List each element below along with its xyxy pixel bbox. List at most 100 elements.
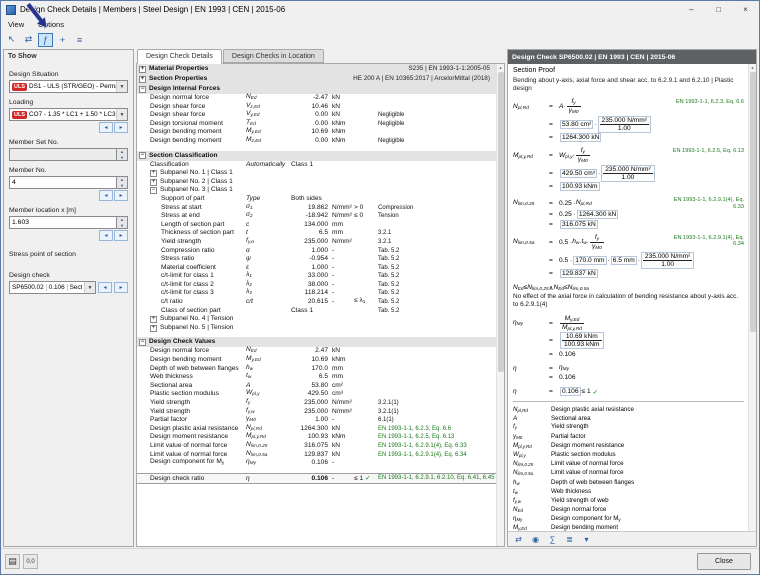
loading-combo[interactable]: ULS CO7 - 1.35 * LC1 + 1.50 * LC3... ▼ — [9, 108, 128, 121]
more-options-icon[interactable]: ▾ — [579, 533, 594, 545]
group-row[interactable]: − Design Internal Forces — [137, 84, 496, 94]
group-row[interactable]: + Section Properties HE 200 A | EN 10365:2… — [137, 74, 496, 84]
table-row[interactable]: Class of section part Class 1 Tab. 5.2 — [137, 307, 496, 316]
previous-member-button[interactable]: ◂ — [99, 190, 113, 201]
table-row[interactable]: Yield strength fy 235.000 N/mm² 3.2.1(1) — [137, 398, 496, 408]
expand-icon[interactable]: + — [150, 316, 157, 324]
table-row[interactable]: Design normal force NEd 2.47 kN — [137, 346, 496, 356]
scrollbar-thumb[interactable] — [749, 72, 756, 332]
sum-icon[interactable]: ∑ — [545, 533, 560, 545]
settings-icon[interactable]: ≡ — [72, 33, 87, 47]
tree-node-row[interactable]: + Subpanel No. 2 | Class 1 — [137, 178, 496, 187]
expand-icon[interactable]: + — [139, 65, 146, 73]
expand-icon[interactable]: + — [139, 75, 146, 83]
show-formulas-icon[interactable]: ƒ — [38, 32, 53, 47]
table-row[interactable]: Yield strength fy,w 235.000 N/mm² 3.2.1(1) — [137, 407, 496, 417]
close-window-button[interactable]: × — [732, 1, 759, 18]
table-scrollbar[interactable]: ▲ — [496, 64, 504, 546]
scroll-up-icon[interactable]: ▲ — [497, 64, 504, 72]
table-row[interactable]: Design shear force Vy,Ed 0.00 kN Negligible — [137, 110, 496, 120]
table-row[interactable]: Design bending moment Mz,Ed 0.00 kNm Negligi… — [137, 136, 496, 146]
table-row[interactable]: c/t-limit for class 3 λ3 118.214- Tab. 5.2 — [137, 288, 496, 298]
chevron-down-icon[interactable]: ▼ — [116, 109, 127, 120]
table-row[interactable]: Design bending moment My,Ed 10.69 kNm — [137, 355, 496, 365]
expand-icon[interactable]: + — [150, 178, 157, 186]
tree-node-row[interactable]: + Subpanel No. 1 | Class 1 — [137, 169, 496, 178]
table-row[interactable]: Limit value of normal force Nlim,0.25 316.… — [137, 441, 496, 451]
next-loading-button[interactable]: ▸ — [114, 122, 128, 133]
member-location-stepper[interactable]: ▲ ▼ — [117, 216, 128, 229]
tab-design-check-details[interactable]: Design Check Details — [137, 49, 222, 64]
table-row[interactable]: Compression ratio α 1.000- Tab. 5.2 — [137, 247, 496, 256]
go-to-location-icon[interactable]: ↖ — [4, 33, 19, 47]
table-row[interactable]: Depth of web between flanges hw 170.0 mm — [137, 364, 496, 374]
collapse-icon[interactable]: − — [139, 85, 146, 93]
table-row[interactable]: Length of section part c 134.000 mm — [137, 221, 496, 230]
tree-node-row[interactable]: + Subpanel No. 4 | Tension — [137, 315, 496, 324]
maximize-button[interactable]: □ — [705, 1, 732, 18]
design-check-combo[interactable]: SP6500.02 0.106 Section Pro... ▼ — [9, 281, 96, 294]
group-row[interactable]: − Section Classification — [137, 150, 496, 161]
previous-check-button[interactable]: ◂ — [98, 282, 112, 293]
group-row[interactable]: + Material Properties S235 | EN 1993-1-1:2… — [137, 64, 496, 74]
stress-points-icon[interactable]: + — [55, 33, 70, 47]
table-row[interactable]: Stress at start σ1 19.862 N/mm² > 0 Compressi… — [137, 203, 496, 213]
collapse-icon[interactable]: − — [139, 338, 146, 346]
table-row[interactable]: Design moment resistance Mpl,y,Rd 100.93 kN… — [137, 432, 496, 442]
table-row[interactable]: Plastic section modulus Wpl,y 429.50 cm³ — [137, 389, 496, 399]
table-row[interactable]: Design normal force NEd -2.47 kN — [137, 93, 496, 103]
table-row[interactable]: c/t ratio c/t 20.615- ≤ λ1 Tab. 5.2 — [137, 297, 496, 307]
expand-icon[interactable]: + — [150, 324, 157, 332]
table-row[interactable]: Design shear force Vz,Ed 10.46 kN — [137, 102, 496, 112]
table-row[interactable]: Design bending moment My,Ed 10.69 kNm — [137, 127, 496, 137]
tab-design-checks-in-location[interactable]: Design Checks in Location — [222, 49, 324, 63]
table-row[interactable]: Material coefficient ε 1.000- Tab. 5.2 — [137, 264, 496, 273]
table-row[interactable]: Yield strength fy,α 235.000 N/mm² 3.2.1 — [137, 237, 496, 247]
close-button[interactable]: Close — [697, 553, 751, 570]
previous-loading-button[interactable]: ◂ — [99, 122, 113, 133]
table-row[interactable]: Design component for My ηMy 0.106- — [137, 458, 496, 468]
formula-scrollbar[interactable]: ▲ — [748, 64, 756, 531]
chevron-down-icon[interactable]: ▼ — [84, 282, 95, 293]
table-row[interactable]: Design check ratio η 0.106- ≤ 1 ✓ EN 1993-1-1… — [137, 472, 496, 484]
spin-down-icon[interactable]: ▼ — [117, 183, 127, 189]
print-icon[interactable]: ≣ — [562, 533, 577, 545]
menu-options[interactable]: Options — [31, 18, 71, 31]
collapse-icon[interactable]: − — [139, 152, 146, 160]
chevron-down-icon[interactable]: ▼ — [116, 81, 127, 92]
group-row[interactable]: − Design Check Values — [137, 337, 496, 348]
collapse-icon[interactable]: − — [150, 187, 157, 195]
spin-down-icon[interactable]: ▼ — [117, 223, 127, 229]
decimal-places-icon[interactable]: 0,0 — [23, 554, 38, 569]
spin-down-icon[interactable]: ▼ — [117, 155, 127, 161]
next-check-button[interactable]: ▸ — [114, 282, 128, 293]
table-row[interactable]: c/t-limit for class 1 λ1 33.000- Tab. 5.2 — [137, 271, 496, 281]
table-row[interactable]: Thickness of section part t 6.5 mm 3.2.1 — [137, 229, 496, 238]
member-set-stepper[interactable]: ▲ ▼ — [117, 148, 128, 161]
stress-point-icon[interactable]: ◉ — [528, 533, 543, 545]
member-no-stepper[interactable]: ▲ ▼ — [117, 176, 128, 189]
tree-node-row[interactable]: − Subpanel No. 3 | Class 1 — [137, 186, 496, 195]
table-row[interactable]: Design plastic axial resistance Npl,Rd 126… — [137, 424, 496, 434]
table-row[interactable]: Classification Automatically Class 1 — [137, 161, 496, 170]
member-no-input[interactable] — [9, 176, 117, 189]
scroll-up-icon[interactable]: ▲ — [749, 64, 756, 72]
design-situation-combo[interactable]: ULS DS1 - ULS (STR/GEO) - Permane... ▼ — [9, 80, 128, 93]
next-location-button[interactable]: ▸ — [114, 230, 128, 241]
tree-node-row[interactable]: + Subpanel No. 5 | Tension — [137, 324, 496, 333]
menu-view[interactable]: View — [1, 18, 31, 31]
member-location-input[interactable] — [9, 216, 117, 229]
relation-scheme-icon[interactable]: ⇄ — [511, 533, 526, 545]
member-set-input[interactable] — [9, 148, 117, 161]
table-row[interactable]: Support of part Type Both sides — [137, 195, 496, 204]
previous-location-button[interactable]: ◂ — [99, 230, 113, 241]
panel-toggle-icon[interactable]: ▤ — [5, 554, 20, 569]
table-row[interactable]: Stress at end σ2 -18.942 N/mm² ≤ 0 Tension — [137, 211, 496, 221]
expand-icon[interactable]: + — [150, 169, 157, 177]
table-row[interactable]: Web thickness tw 6.5 mm — [137, 372, 496, 382]
table-row[interactable]: Sectional area A 53.80 cm² — [137, 382, 496, 391]
sync-selection-icon[interactable]: ⇄ — [21, 33, 36, 47]
table-row[interactable]: Partial factor γM0 1.00-6.1(1) — [137, 415, 496, 425]
table-row[interactable]: Stress ratio ψ -0.954- Tab. 5.2 — [137, 255, 496, 264]
scrollbar-thumb[interactable] — [497, 72, 504, 372]
